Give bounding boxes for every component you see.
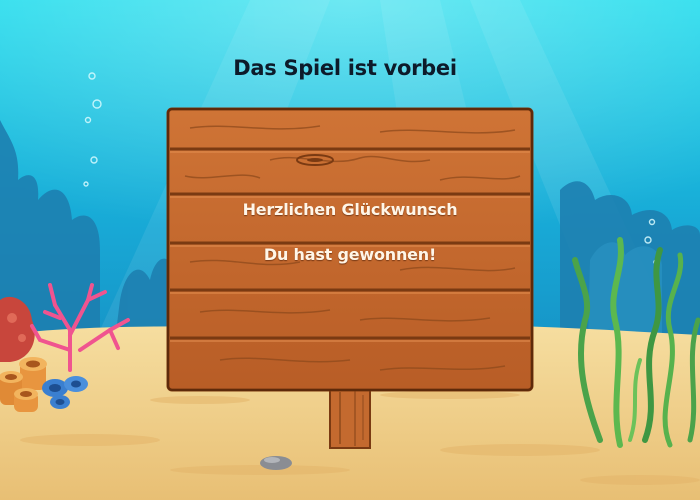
you-won-text: Du hast gewonnen! [263,245,437,264]
result-sign: Herzlichen Glückwunsch Du hast gewonnen! [168,109,532,390]
sign-post [329,384,371,449]
game-over-title: Das Spiel ist vorbei [233,56,457,80]
congratulations-text: Herzlichen Glückwunsch [242,200,458,219]
